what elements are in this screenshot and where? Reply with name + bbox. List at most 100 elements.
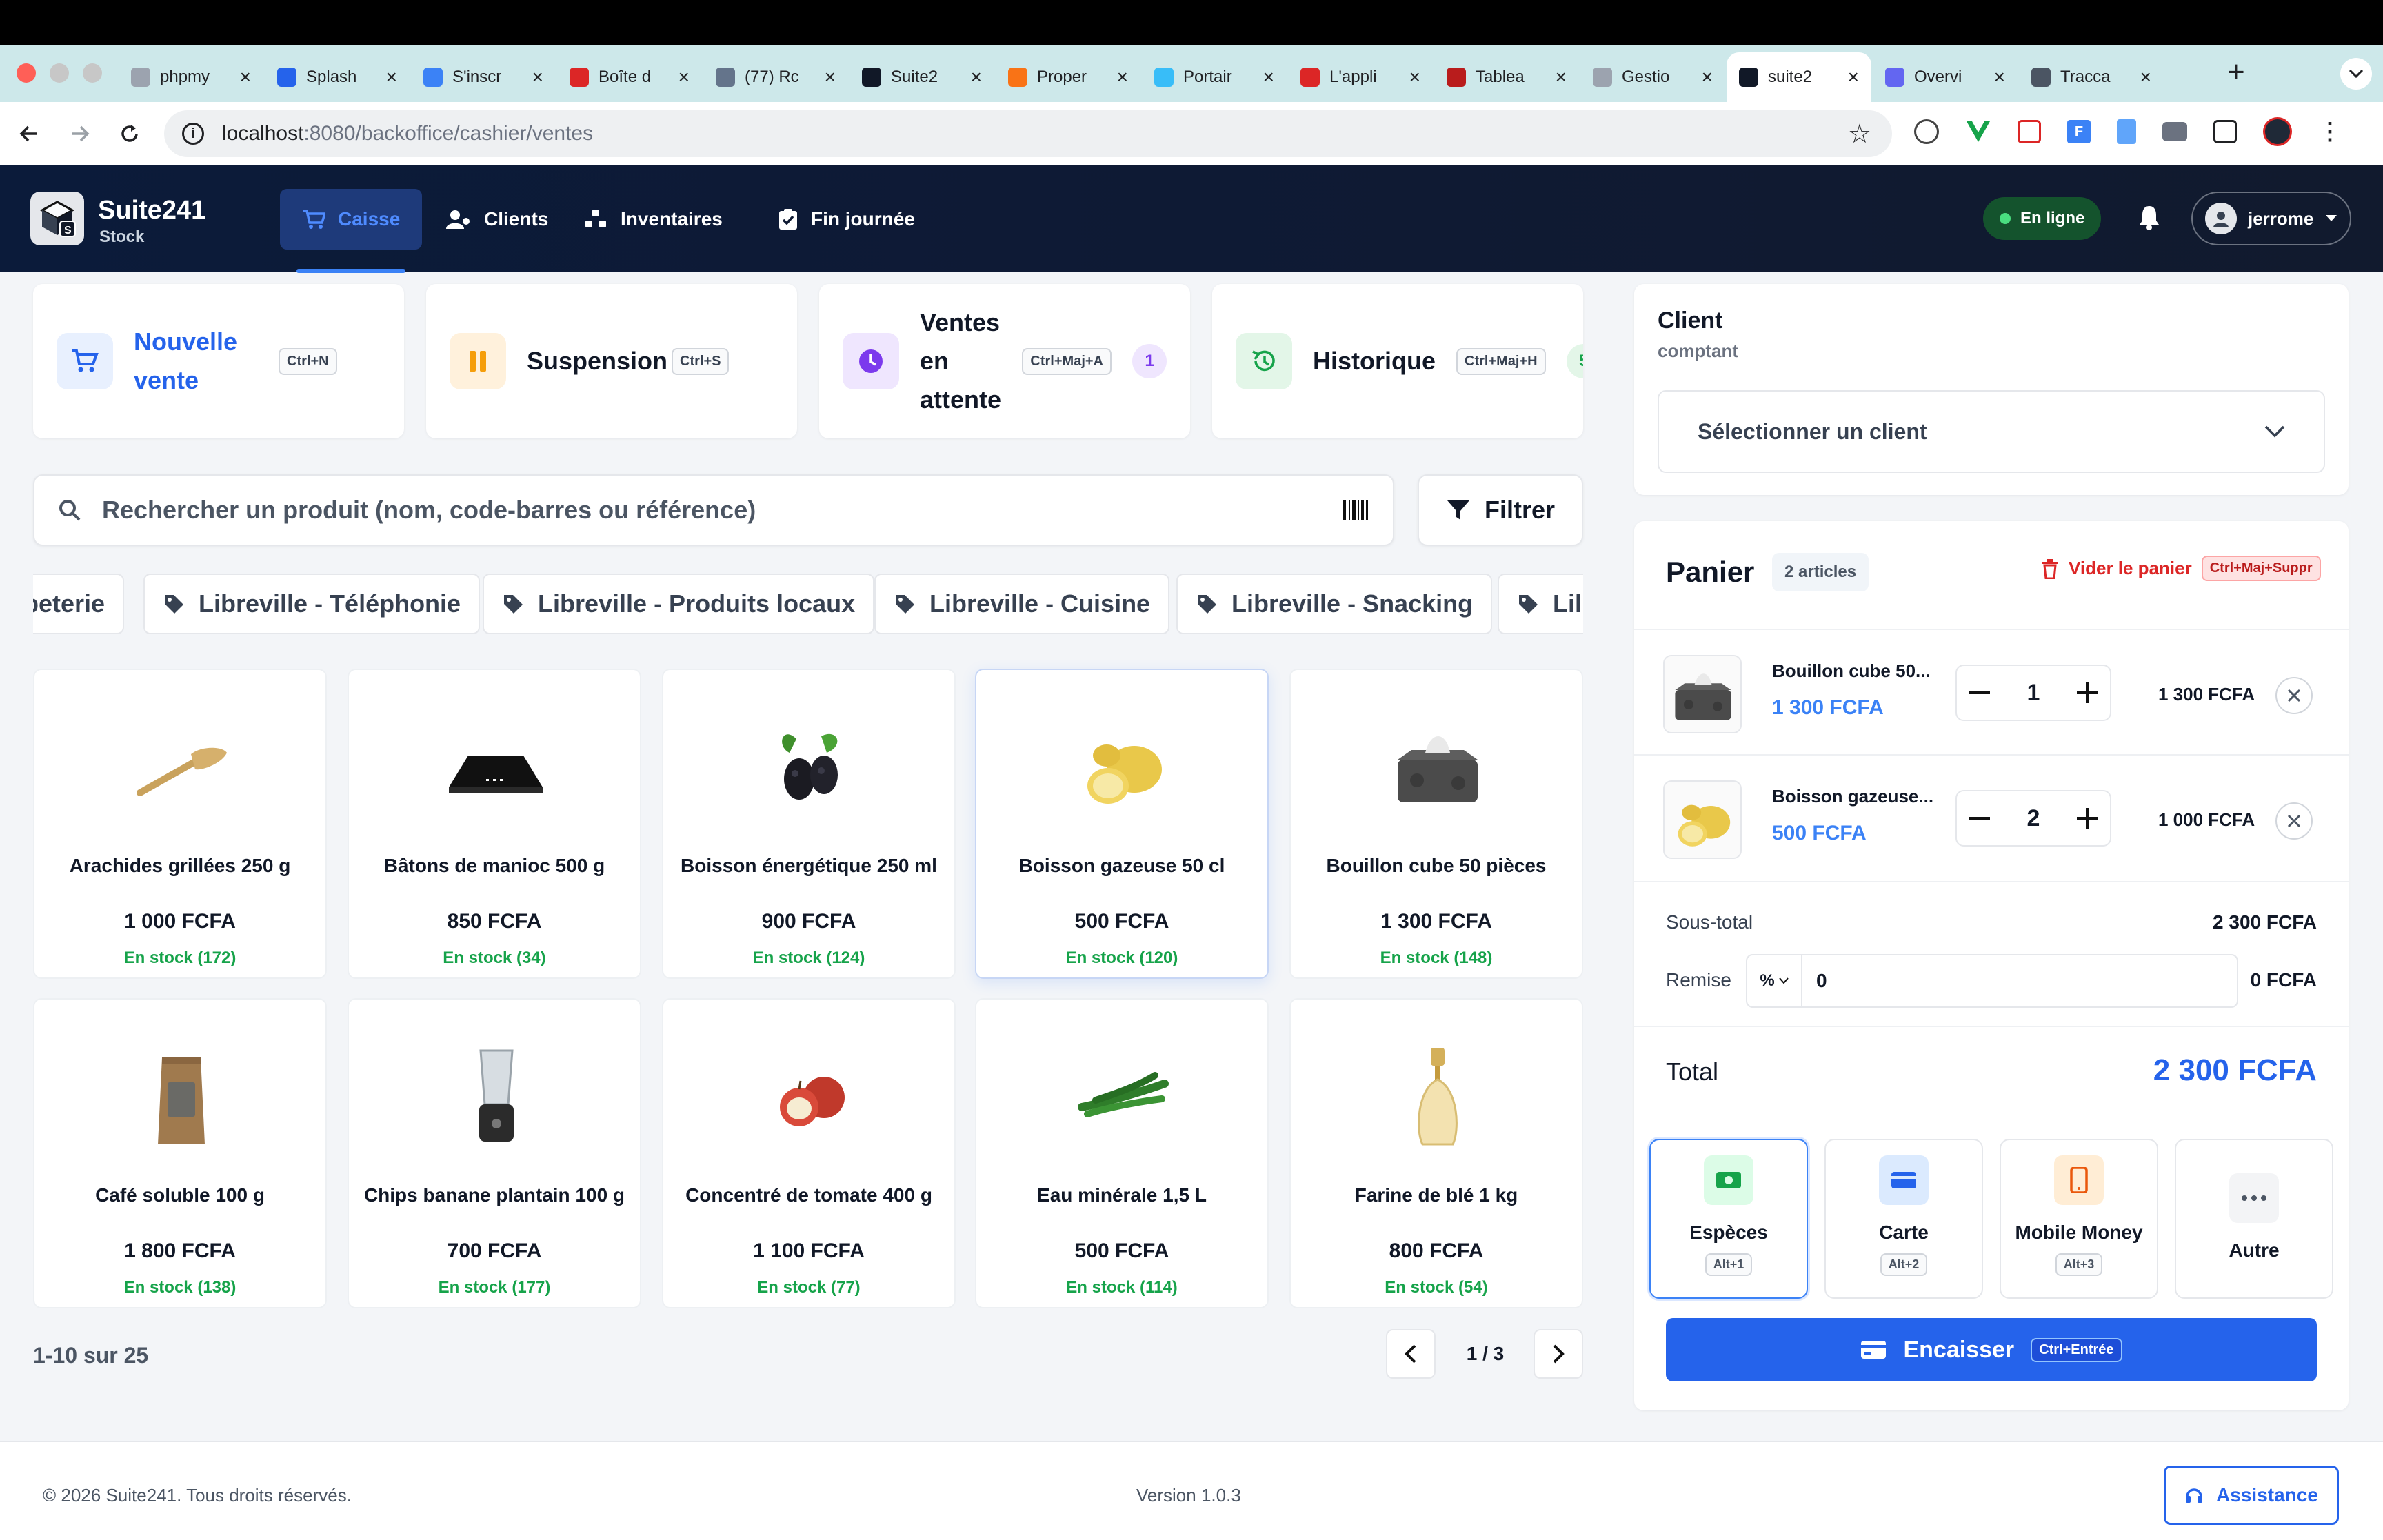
forward-arrow-icon[interactable]: [69, 123, 91, 145]
screenshot-extension-icon[interactable]: [2018, 120, 2041, 143]
form-filler-icon[interactable]: F: [2067, 120, 2091, 143]
clear-cart-button[interactable]: Vider le panier Ctrl+Maj+Suppr: [2041, 556, 2321, 581]
close-tab-icon[interactable]: ×: [971, 66, 982, 88]
new-tab-icon[interactable]: +: [2227, 55, 2245, 90]
browser-tab[interactable]: L'appli ×: [1288, 52, 1433, 102]
category-chip[interactable]: Libreville - Produits locaux: [483, 574, 875, 634]
browser-tab[interactable]: Tablea ×: [1434, 52, 1579, 102]
next-page-button[interactable]: [1534, 1329, 1583, 1379]
category-chip[interactable]: Libreville - Téléphonie: [143, 574, 481, 634]
close-tab-icon[interactable]: ×: [825, 66, 836, 88]
client-select[interactable]: Sélectionner un client: [1658, 390, 2325, 473]
browser-tab[interactable]: Proper ×: [996, 52, 1140, 102]
quantity-value[interactable]: 1: [2027, 680, 2040, 707]
product-card[interactable]: Bâtons de manioc 500 g 850 FCFA En stock (…: [348, 669, 641, 979]
remove-item-button[interactable]: [2275, 677, 2313, 714]
increase-quantity-button[interactable]: [2076, 808, 2098, 829]
product-card[interactable]: Concentré de tomate 400 g 1 100 FCFA En st…: [662, 998, 956, 1308]
pending-sales-button[interactable]: Ventes en attente Ctrl+Maj+A 1: [819, 284, 1190, 438]
new-sale-button[interactable]: Nouvelle vente Ctrl+N: [33, 284, 404, 438]
product-card[interactable]: Eau minérale 1,5 L 500 FCFA En stock (114): [975, 998, 1269, 1308]
browser-tab[interactable]: Tracca ×: [2019, 52, 2164, 102]
category-chip[interactable]: Libreville - Cuisine: [874, 574, 1170, 634]
close-tab-icon[interactable]: ×: [1556, 66, 1567, 88]
browser-tab[interactable]: Suite2 ×: [849, 52, 994, 102]
browser-tab[interactable]: phpmy ×: [119, 52, 263, 102]
camera-icon[interactable]: [2162, 122, 2187, 141]
barcode-scan-icon[interactable]: [1342, 498, 1369, 522]
browser-tab[interactable]: Splash ×: [265, 52, 410, 102]
vue-devtools-icon[interactable]: [1965, 120, 1991, 143]
close-tab-icon[interactable]: ×: [532, 66, 543, 88]
product-card[interactable]: Arachides grillées 250 g 1 000 FCFA En sto…: [33, 669, 327, 979]
tag-icon: [502, 593, 524, 615]
browser-tab[interactable]: (77) Rc ×: [703, 52, 848, 102]
browser-tab[interactable]: Portair ×: [1142, 52, 1287, 102]
decrease-quantity-button[interactable]: [1969, 816, 1990, 820]
browser-tab[interactable]: S'inscr ×: [411, 52, 556, 102]
close-tab-icon[interactable]: ×: [240, 66, 251, 88]
maximize-window-button[interactable]: [83, 63, 102, 83]
pay-mobile-money-button[interactable]: Mobile Money Alt+3: [2000, 1139, 2158, 1299]
profile-avatar[interactable]: [2263, 117, 2292, 146]
product-card[interactable]: Boisson gazeuse 50 cl 500 FCFA En stock (1…: [975, 669, 1269, 979]
document-extension-icon[interactable]: [2117, 119, 2136, 144]
browser-tab[interactable]: Gestio ×: [1580, 52, 1725, 102]
brand-logo[interactable]: S: [30, 192, 84, 245]
close-tab-icon[interactable]: ×: [1117, 66, 1128, 88]
address-bar[interactable]: i localhost:8080/backoffice/cashier/vent…: [164, 110, 1892, 157]
close-tab-icon[interactable]: ×: [386, 66, 397, 88]
minimize-window-button[interactable]: [50, 63, 69, 83]
pay-cash-button[interactable]: Espèces Alt+1: [1649, 1139, 1808, 1299]
pay-other-button[interactable]: Autre: [2175, 1139, 2333, 1299]
discount-type-select[interactable]: %: [1747, 955, 1802, 1006]
product-card[interactable]: Chips banane plantain 100 g 700 FCFA En st…: [348, 998, 641, 1308]
site-info-icon[interactable]: i: [182, 123, 204, 145]
close-tab-icon[interactable]: ×: [1994, 66, 2005, 88]
browser-menu-icon[interactable]: ⋮: [2318, 118, 2342, 145]
close-tab-icon[interactable]: ×: [678, 66, 690, 88]
filter-button[interactable]: Filtrer: [1418, 474, 1583, 546]
puzzle-extensions-icon[interactable]: [2213, 120, 2237, 143]
close-tab-icon[interactable]: ×: [1409, 66, 1420, 88]
back-arrow-icon[interactable]: [18, 123, 40, 145]
product-card[interactable]: Bouillon cube 50 pièces 1 300 FCFA En stoc…: [1289, 669, 1583, 979]
reload-icon[interactable]: [119, 123, 141, 145]
support-button[interactable]: Assistance: [2164, 1466, 2339, 1525]
browser-tab[interactable]: suite2 ×: [1727, 52, 1871, 102]
category-chip[interactable]: peterie: [33, 574, 125, 634]
close-tab-icon[interactable]: ×: [2140, 66, 2151, 88]
decrease-quantity-button[interactable]: [1969, 691, 1990, 695]
close-window-button[interactable]: [17, 63, 36, 83]
bookmark-star-icon[interactable]: ☆: [1848, 119, 1871, 150]
nav-item-inventaires[interactable]: Inventaires: [561, 189, 745, 250]
previous-page-button[interactable]: [1386, 1329, 1436, 1379]
close-tab-icon[interactable]: ×: [1263, 66, 1274, 88]
discount-input[interactable]: 0: [1802, 970, 2237, 992]
product-card[interactable]: Farine de blé 1 kg 800 FCFA En stock (54): [1289, 998, 1583, 1308]
product-search-box[interactable]: Rechercher un produit (nom, code-barres …: [33, 474, 1394, 546]
pay-card-button[interactable]: Carte Alt+2: [1824, 1139, 1983, 1299]
close-tab-icon[interactable]: ×: [1848, 66, 1859, 88]
extension-icon[interactable]: [1914, 119, 1939, 144]
search-input[interactable]: Rechercher un produit (nom, code-barres …: [102, 496, 1321, 525]
product-card[interactable]: Boisson énergétique 250 ml 900 FCFA En sto…: [662, 669, 956, 979]
browser-tab[interactable]: Overvi ×: [1873, 52, 2018, 102]
tab-search-icon[interactable]: [2340, 58, 2372, 90]
nav-item-clients[interactable]: Clients: [423, 189, 570, 250]
checkout-button[interactable]: Encaisser Ctrl+Entrée: [1666, 1318, 2317, 1381]
close-tab-icon[interactable]: ×: [1702, 66, 1713, 88]
remove-item-button[interactable]: [2275, 802, 2313, 840]
user-menu-button[interactable]: jerrome: [2191, 192, 2351, 245]
quantity-value[interactable]: 2: [2027, 805, 2040, 832]
nav-item-caisse[interactable]: Caisse: [280, 189, 423, 273]
history-button[interactable]: Historique Ctrl+Maj+H 5: [1212, 284, 1583, 438]
category-chip[interactable]: Lil: [1498, 574, 1583, 634]
notifications-bell-icon[interactable]: [2138, 204, 2161, 230]
increase-quantity-button[interactable]: [2076, 682, 2098, 703]
suspend-sale-button[interactable]: Suspension Ctrl+S: [426, 284, 797, 438]
nav-item-fin-journ-e[interactable]: Fin journée: [756, 189, 937, 250]
browser-tab[interactable]: Boîte d ×: [557, 52, 702, 102]
category-chip[interactable]: Libreville - Snacking: [1176, 574, 1493, 634]
product-card[interactable]: Café soluble 100 g 1 800 FCFA En stock (13…: [33, 998, 327, 1308]
